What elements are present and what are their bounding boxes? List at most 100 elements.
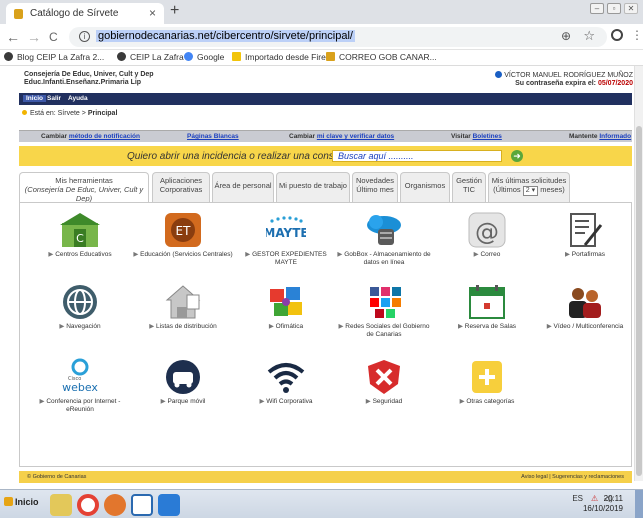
firefox-icon[interactable] bbox=[104, 494, 126, 516]
tool-label[interactable]: Correo bbox=[437, 251, 537, 259]
minimize-icon[interactable]: – bbox=[590, 3, 604, 14]
tool-label[interactable]: Parque móvil bbox=[133, 398, 233, 406]
forward-icon[interactable]: → bbox=[27, 29, 41, 45]
car-icon[interactable] bbox=[163, 358, 203, 396]
tab-mis-herramientas[interactable]: Mis herramientas (Consejería De Educ, Uni… bbox=[19, 172, 149, 203]
app-icon[interactable] bbox=[158, 494, 180, 516]
tool-label[interactable]: Navegación bbox=[30, 323, 130, 331]
tab-aplicaciones-corporativas[interactable]: Aplicaciones Corporativas bbox=[152, 172, 210, 202]
tool-label[interactable]: GESTOR EXPEDIENTES MAYTE bbox=[236, 251, 336, 267]
tool-label[interactable]: Educación (Servicios Centrales) bbox=[133, 251, 233, 259]
google-icon bbox=[184, 52, 193, 61]
web-page: Consejería De Educ, Univer, Cult y Dep E… bbox=[14, 66, 641, 483]
bookmark-favicon-icon bbox=[4, 52, 13, 61]
tool-label[interactable]: Reserva de Salas bbox=[437, 323, 537, 331]
tool-label[interactable]: Redes Sociales del Gobierno de Canarias bbox=[334, 323, 434, 339]
security-shield-icon[interactable] bbox=[364, 358, 404, 396]
back-icon[interactable]: ← bbox=[6, 29, 20, 45]
sign-document-icon[interactable] bbox=[565, 211, 605, 249]
tab-gestion-tic[interactable]: Gestión TIC bbox=[452, 172, 486, 202]
file-manager-icon[interactable] bbox=[50, 494, 72, 516]
address-bar[interactable]: i gobiernodecanarias.net/cibercentro/sir… bbox=[69, 27, 607, 47]
url-text[interactable]: gobiernodecanarias.net/cibercentro/sirve… bbox=[96, 30, 355, 42]
legal-links[interactable]: Aviso legal | Sugerencias y reclamacione… bbox=[521, 474, 624, 480]
tool-label[interactable]: Centros Educativos bbox=[30, 251, 130, 259]
browser-tab[interactable]: Catálogo de Sírvete × bbox=[6, 3, 164, 24]
house-list-icon[interactable] bbox=[163, 283, 203, 321]
tool-label[interactable]: GobBox - Almacenamiento de datos en líne… bbox=[334, 251, 434, 267]
bookmark-item[interactable]: Importado desde Fire... bbox=[232, 52, 333, 62]
plus-icon[interactable] bbox=[467, 358, 507, 396]
mayte-logo-icon[interactable]: MAYTE bbox=[266, 211, 306, 249]
zoom-icon[interactable]: ⊕ bbox=[561, 29, 571, 43]
at-icon[interactable]: @ bbox=[467, 211, 507, 249]
new-tab-button[interactable]: + bbox=[170, 2, 179, 20]
search-go-icon[interactable]: ➜ bbox=[511, 150, 523, 162]
menu-ayuda[interactable]: Ayuda bbox=[68, 95, 88, 102]
language-indicator[interactable]: ES bbox=[572, 494, 583, 503]
breadcrumb-sirvete[interactable]: Sírvete bbox=[58, 110, 80, 117]
bookmark-label: Importado desde Fire... bbox=[245, 52, 333, 62]
social-networks-icon[interactable] bbox=[364, 283, 404, 321]
tab-novedades[interactable]: Novedades Último mes bbox=[352, 172, 398, 202]
tool-label[interactable]: Otras categorías bbox=[437, 398, 537, 406]
vertical-scrollbar[interactable] bbox=[634, 66, 643, 481]
breadcrumb-prefix: Está en: bbox=[30, 110, 56, 117]
svg-text:@: @ bbox=[475, 218, 499, 246]
change-notification-link[interactable]: Cambiar método de notificación bbox=[41, 133, 140, 140]
tab-mi-puesto[interactable]: Mi puesto de trabajo bbox=[276, 172, 350, 202]
text-editor-icon[interactable] bbox=[131, 494, 153, 516]
wifi-icon[interactable] bbox=[266, 358, 306, 396]
chrome-icon[interactable] bbox=[77, 494, 99, 516]
clock-date: 16/10/2019 bbox=[582, 504, 623, 513]
tool-label[interactable]: Portafirmas bbox=[535, 251, 635, 259]
bookmark-item[interactable]: Google bbox=[184, 52, 224, 62]
tab-area-personal[interactable]: Área de personal bbox=[212, 172, 274, 202]
bulletins-link[interactable]: Visitar Boletines bbox=[451, 133, 502, 140]
tab-strip: Catálogo de Sírvete × + – ▫ ✕ bbox=[0, 0, 643, 24]
profile-icon[interactable] bbox=[611, 29, 623, 41]
months-select[interactable]: 2 ▾ bbox=[522, 186, 539, 196]
globe-icon[interactable] bbox=[60, 283, 100, 321]
tool-label[interactable]: Ofimática bbox=[236, 323, 336, 331]
svg-text:ET: ET bbox=[176, 224, 192, 238]
menu-inicio[interactable]: Inicio bbox=[23, 95, 46, 102]
puzzle-icon[interactable] bbox=[266, 283, 306, 321]
tab-organismos[interactable]: Organismos bbox=[400, 172, 450, 202]
people-icon[interactable] bbox=[565, 283, 605, 321]
stay-informed-link[interactable]: Mantente Informado bbox=[569, 133, 631, 140]
change-password-link[interactable]: Cambiar mi clave y verificar datos bbox=[289, 133, 394, 140]
bookmark-item[interactable]: CORREO GOB CANAR... bbox=[326, 52, 437, 62]
tool-label[interactable]: Seguridad bbox=[334, 398, 434, 406]
school-icon[interactable]: C bbox=[60, 211, 100, 249]
incident-search-input[interactable]: Buscar aquí .......... bbox=[332, 150, 502, 162]
folder-icon bbox=[232, 52, 241, 61]
close-window-icon[interactable]: ✕ bbox=[624, 3, 638, 14]
calendar-icon[interactable] bbox=[467, 283, 507, 321]
white-pages-link[interactable]: Páginas Blancas bbox=[187, 133, 239, 140]
scrollbar-thumb[interactable] bbox=[636, 126, 642, 476]
tab-ultimas-solicitudes[interactable]: Mis últimas solicitudes (Últimos 2 ▾ mese… bbox=[488, 172, 570, 202]
restore-icon[interactable]: ▫ bbox=[607, 3, 621, 14]
tool-label[interactable]: Conferencia por Internet - eReunión bbox=[30, 398, 130, 414]
breadcrumb: Está en: Sírvete > Principal bbox=[22, 110, 117, 117]
site-info-icon[interactable]: i bbox=[79, 31, 90, 42]
building-icon[interactable]: ET bbox=[163, 211, 203, 249]
reload-icon[interactable]: C bbox=[49, 30, 58, 44]
tool-label[interactable]: Vídeo / Multiconferencia bbox=[535, 323, 635, 331]
bookmark-item[interactable]: CEIP La Zafra bbox=[117, 52, 184, 62]
user-info: VÍCTOR MANUEL RODRÍGUEZ MUÑOZ Su contras… bbox=[495, 71, 633, 88]
menu-salir[interactable]: Salir bbox=[47, 95, 61, 102]
webex-icon[interactable]: Ciscowebex bbox=[60, 358, 100, 396]
cloud-storage-icon[interactable] bbox=[364, 211, 404, 249]
menu-icon[interactable]: ⋮ bbox=[631, 28, 643, 42]
bookmark-star-icon[interactable]: ☆ bbox=[583, 28, 595, 44]
start-button[interactable]: Inicio bbox=[4, 497, 39, 507]
tool-label[interactable]: Wifi Corporativa bbox=[236, 398, 336, 406]
tool-label[interactable]: Listas de distribución bbox=[133, 323, 233, 331]
bookmark-item[interactable]: Blog CEIP La Zafra 2... bbox=[4, 52, 104, 62]
clock[interactable]: 20:11 16/10/2019 bbox=[583, 494, 623, 514]
tab-close-icon[interactable]: × bbox=[149, 6, 156, 20]
bookmark-favicon-icon bbox=[117, 52, 126, 61]
show-desktop-button[interactable] bbox=[635, 490, 643, 518]
